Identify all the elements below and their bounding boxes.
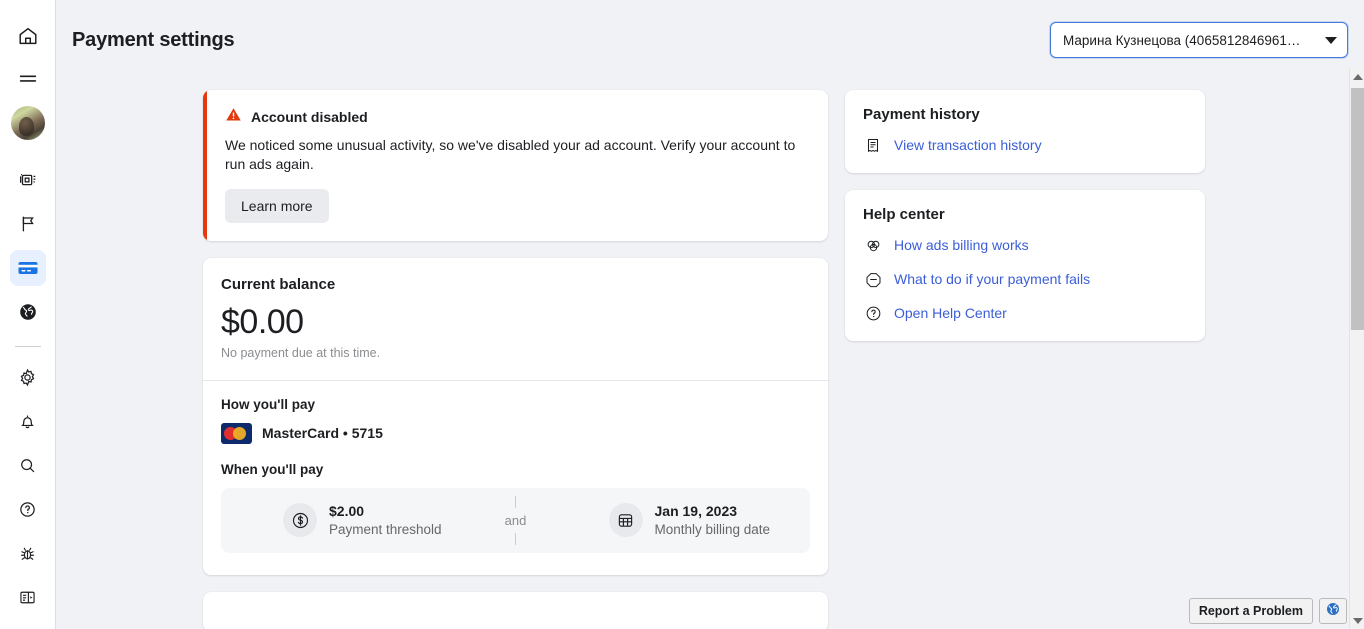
sidebar-item-billing[interactable] — [9, 250, 46, 286]
how-ads-billing-works-link[interactable]: How ads billing works — [863, 235, 1187, 255]
bug-icon — [17, 543, 38, 564]
billing-date-label: Monthly billing date — [654, 522, 771, 538]
conjunction-text: and — [504, 512, 527, 528]
vertical-scrollbar[interactable] — [1349, 68, 1364, 629]
language-globe-button[interactable] — [1319, 598, 1347, 624]
payment-history-card: Payment history View transaction history — [845, 90, 1205, 173]
learn-more-button[interactable]: Learn more — [225, 188, 329, 223]
home-icon — [17, 25, 39, 47]
avatar[interactable] — [10, 106, 45, 140]
payment-threshold-label: Payment threshold — [329, 522, 442, 538]
payment-details: How you'll pay MasterCard • 5715 When yo… — [203, 381, 828, 575]
sidebar-item-settings[interactable] — [10, 359, 46, 395]
sidebar-item-menu[interactable] — [10, 62, 46, 98]
sidebar-item-search[interactable] — [10, 447, 46, 483]
sidebar-item-ads-manager[interactable] — [10, 162, 46, 198]
alert-body: We noticed some unusual activity, so we'… — [225, 137, 796, 173]
sidebar-item-bug-report[interactable] — [10, 535, 46, 571]
when-youll-pay-label: When you'll pay — [221, 461, 324, 477]
calendar-icon — [608, 503, 643, 538]
help-center-title: Help center — [863, 206, 945, 223]
app-root: Payment settings Марина Кузнецова (40658… — [0, 0, 1364, 629]
scrollbar-thumb[interactable] — [1351, 88, 1364, 330]
sidebar-item-help[interactable] — [10, 491, 46, 527]
alert-accent-bar — [203, 90, 207, 241]
sidebar-item-globe[interactable] — [10, 294, 46, 330]
payment-method-label: MasterCard • 5715 — [262, 425, 383, 442]
divider-line-top — [515, 495, 516, 508]
question-circle-icon — [17, 499, 38, 520]
alert-header: Account disabled — [225, 106, 810, 128]
how-youll-pay-label: How you'll pay — [221, 396, 315, 412]
mastercard-logo — [221, 422, 252, 444]
hamburger-menu-icon — [17, 69, 39, 91]
how-ads-billing-works-label: How ads billing works — [894, 237, 1029, 253]
schedule-conjunction: and — [485, 495, 547, 545]
flag-icon — [17, 213, 39, 235]
report-a-problem-button[interactable]: Report a Problem — [1188, 598, 1313, 624]
scroll-content: Account disabled We noticed some unusual… — [56, 68, 1364, 629]
receipt-icon — [863, 135, 883, 155]
payment-method-row[interactable]: MasterCard • 5715 — [221, 422, 810, 444]
sidebar-item-home[interactable] — [10, 18, 46, 54]
scrollbar-down-button[interactable] — [1350, 612, 1364, 629]
billing-date-value: Jan 19, 2023 — [654, 503, 738, 520]
balance-amount: $0.00 — [221, 302, 304, 341]
globe-icon — [17, 301, 39, 323]
balance-title: Current balance — [221, 275, 336, 293]
two-column-layout: Account disabled We noticed some unusual… — [56, 68, 1364, 629]
left-column: Account disabled We noticed some unusual… — [203, 90, 828, 629]
arrow-up-icon — [1352, 73, 1363, 80]
help-center-card: Help center How ads billing works What t… — [845, 190, 1205, 341]
payment-fails-link[interactable]: What to do if your payment fails — [863, 269, 1187, 289]
right-column: Payment history View transaction history — [845, 90, 1205, 629]
footer-actions: Report a Problem — [1188, 598, 1347, 624]
billing-rings-icon — [863, 235, 883, 255]
sidebar-item-notifications[interactable] — [10, 403, 46, 439]
arrow-down-icon — [1352, 617, 1363, 624]
payment-threshold-block: $2.00 Payment threshold — [221, 503, 485, 538]
gear-icon — [17, 367, 38, 388]
left-navigation-rail — [0, 0, 56, 629]
payment-history-title: Payment history — [863, 106, 980, 123]
credit-card-icon — [16, 256, 40, 280]
account-selector[interactable]: Марина Кузнецова (4065812846961… — [1050, 22, 1348, 58]
scrollbar-up-button[interactable] — [1350, 68, 1364, 85]
balance-summary: Current balance $0.00 No payment due at … — [203, 258, 828, 381]
open-help-center-label: Open Help Center — [894, 305, 1007, 321]
divider-line-bottom — [515, 532, 516, 545]
current-balance-card: Current balance $0.00 No payment due at … — [203, 257, 828, 575]
dollar-circle-icon — [283, 503, 317, 538]
copies-icon — [17, 169, 39, 191]
billing-date-text: Jan 19, 2023 Monthly billing date — [655, 503, 771, 537]
payment-schedule-box: $2.00 Payment threshold and Jan 19, 2023… — [221, 487, 811, 553]
billing-date-block: Jan 19, 2023 Monthly billing date — [547, 503, 811, 538]
view-transaction-history-link[interactable]: View transaction history — [863, 135, 1187, 155]
warning-triangle-icon — [225, 106, 242, 128]
question-circle-icon — [863, 303, 883, 323]
account-selector-value: Марина Кузнецова (4065812846961… — [1063, 32, 1301, 48]
payment-threshold-text: $2.00 Payment threshold — [329, 503, 442, 537]
open-help-center-link[interactable]: Open Help Center — [863, 303, 1187, 323]
payment-threshold-value: $2.00 — [329, 503, 365, 520]
main-area: Payment settings Марина Кузнецова (40658… — [56, 0, 1364, 629]
sidebar-item-campaigns[interactable] — [10, 206, 46, 242]
chevron-down-icon — [1325, 36, 1337, 44]
minus-octagon-icon — [863, 269, 883, 289]
account-disabled-alert: Account disabled We noticed some unusual… — [203, 90, 828, 241]
balance-note: No payment due at this time. — [221, 345, 381, 360]
page-title: Payment settings — [72, 28, 235, 51]
payment-fails-label: What to do if your payment fails — [894, 271, 1091, 287]
alert-title: Account disabled — [251, 109, 368, 125]
bell-icon — [17, 411, 38, 432]
view-transaction-history-label: View transaction history — [894, 137, 1042, 153]
panel-layout-icon — [17, 587, 38, 608]
next-card-partial — [203, 591, 828, 629]
rail-divider — [14, 346, 41, 347]
globe-icon — [1325, 601, 1341, 622]
search-icon — [17, 455, 38, 476]
sidebar-item-panel-toggle[interactable] — [10, 579, 46, 615]
